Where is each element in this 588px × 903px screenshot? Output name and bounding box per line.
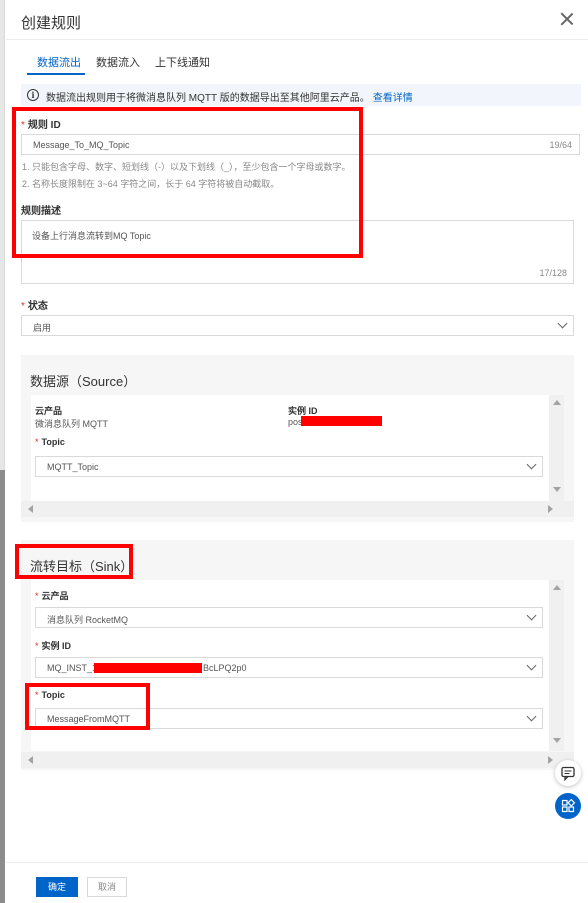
- notice-text: 数据流出规则用于将微消息队列 MQTT 版的数据导出至其他阿里云产品。: [46, 93, 370, 104]
- scroll-right-icon[interactable]: [548, 756, 553, 764]
- apps-grid-icon[interactable]: [555, 793, 581, 819]
- chat-bubble-glyph: [561, 766, 575, 782]
- create-rule-dialog: 创建规则 数据流出 数据流入 上下线通知 i 数据流出规则用于将微消息队列 MQ…: [6, 0, 588, 903]
- tab-data-outflow[interactable]: 数据流出: [37, 54, 81, 70]
- status-value: 启用: [33, 323, 52, 333]
- dialog-title: 创建规则: [21, 15, 82, 32]
- source-topic-value: MQTT_Topic: [47, 462, 99, 472]
- cancel-button[interactable]: 取消: [87, 877, 127, 897]
- background-overlay-shade: [0, 470, 5, 903]
- sink-horizontal-scrollbar[interactable]: [21, 752, 574, 768]
- sink-product-select[interactable]: 消息队列 RocketMQ: [35, 607, 543, 628]
- scroll-up-icon[interactable]: [553, 585, 561, 590]
- chevron-down-icon: [526, 711, 537, 722]
- background-page-edge: [0, 0, 5, 903]
- scroll-down-icon[interactable]: [553, 487, 561, 492]
- description-counter: 17/128: [539, 268, 567, 278]
- tab-data-inflow[interactable]: 数据流入: [96, 54, 140, 70]
- sink-instance-label: * 实例 ID: [35, 641, 72, 651]
- close-icon[interactable]: [558, 10, 576, 28]
- source-product-value: 微消息队列 MQTT: [35, 419, 108, 429]
- sink-vertical-scrollbar[interactable]: [549, 580, 564, 751]
- sink-instance-select[interactable]: MQ_INST_1 BcLPQ2p0: [35, 657, 543, 678]
- info-notice: i 数据流出规则用于将微消息队列 MQTT 版的数据导出至其他阿里云产品。 查看详…: [21, 84, 581, 106]
- description-label: 规则描述: [21, 206, 61, 217]
- tab-online-offline-notify[interactable]: 上下线通知: [155, 54, 210, 70]
- source-title: 数据源（Source）: [30, 374, 137, 389]
- required-marker: *: [35, 641, 39, 651]
- active-tab-indicator: [27, 73, 85, 75]
- source-product-key: 云产品: [35, 406, 63, 416]
- view-details-link[interactable]: 查看详情: [373, 93, 413, 104]
- chevron-down-icon: [526, 610, 537, 621]
- source-topic-select[interactable]: MQTT_Topic: [35, 456, 543, 477]
- dialog-footer: 确定 取消: [6, 862, 588, 903]
- rule-id-hint-2: 2. 名称长度限制在 3~64 字符之间，长于 64 字符将被自动截取。: [22, 179, 280, 189]
- description-textarea[interactable]: 设备上行消息流转到MQ Topic 17/128: [21, 220, 574, 284]
- sink-panel: 流转目标（Sink） * 云产品 消息队列 RocketMQ * 实例 ID MQ_…: [21, 540, 574, 770]
- confirm-button[interactable]: 确定: [36, 877, 78, 897]
- sink-content: * 云产品 消息队列 RocketMQ * 实例 ID MQ_INST_1 BcLP…: [31, 580, 564, 751]
- source-horizontal-scrollbar[interactable]: [21, 501, 574, 517]
- info-circle-icon: i: [27, 89, 39, 101]
- apps-grid-glyph: [561, 798, 576, 813]
- sink-instance-suffix: BcLPQ2p0: [203, 663, 247, 673]
- source-vertical-scrollbar[interactable]: [549, 395, 564, 503]
- required-marker: *: [35, 591, 39, 601]
- scroll-right-icon[interactable]: [548, 505, 553, 513]
- status-select[interactable]: 启用: [21, 315, 574, 336]
- rule-id-hint-1: 1. 只能包含字母、数字、短划线（-）以及下划线（_），至少包含一个字母或数字。: [22, 162, 351, 172]
- description-value: 设备上行消息流转到MQ Topic: [32, 231, 151, 241]
- required-marker: *: [35, 437, 39, 447]
- sink-instance-prefix: MQ_INST_1: [47, 663, 98, 673]
- rule-id-value: Message_To_MQ_Topic: [33, 140, 130, 150]
- scroll-left-icon[interactable]: [28, 756, 33, 764]
- scroll-up-icon[interactable]: [553, 400, 561, 405]
- chevron-down-icon: [526, 459, 537, 470]
- source-panel: 数据源（Source） 云产品 微消息队列 MQTT 实例 ID pos * To…: [21, 355, 574, 522]
- redacted-instance-id: [94, 663, 202, 673]
- source-content: 云产品 微消息队列 MQTT 实例 ID pos * Topic MQTT_Top…: [31, 395, 564, 503]
- dialog-header: 创建规则: [6, 0, 588, 40]
- required-marker: *: [21, 120, 25, 131]
- chat-bubble-icon[interactable]: [555, 760, 581, 786]
- chevron-down-icon: [557, 318, 568, 329]
- required-marker: *: [21, 301, 25, 312]
- chevron-down-icon: [526, 660, 537, 671]
- sink-topic-select[interactable]: MessageFromMQTT: [35, 708, 543, 729]
- source-topic-label: * Topic: [35, 437, 65, 447]
- required-marker: *: [35, 690, 39, 700]
- status-label: * 状态: [21, 301, 48, 312]
- sink-topic-value: MessageFromMQTT: [47, 714, 131, 724]
- scroll-down-icon[interactable]: [553, 738, 561, 743]
- sink-topic-label: * Topic: [35, 690, 65, 700]
- sink-product-value: 消息队列 RocketMQ: [47, 615, 129, 625]
- rule-id-input[interactable]: Message_To_MQ_Topic 19/64: [21, 134, 580, 155]
- rule-id-counter: 19/64: [549, 140, 572, 150]
- scroll-left-icon[interactable]: [28, 505, 33, 513]
- sink-product-label: * 云产品: [35, 591, 69, 601]
- sink-title: 流转目标（Sink）: [30, 559, 134, 574]
- redacted-instance-id: [301, 416, 382, 426]
- rule-id-label: * 规则 ID: [21, 120, 61, 131]
